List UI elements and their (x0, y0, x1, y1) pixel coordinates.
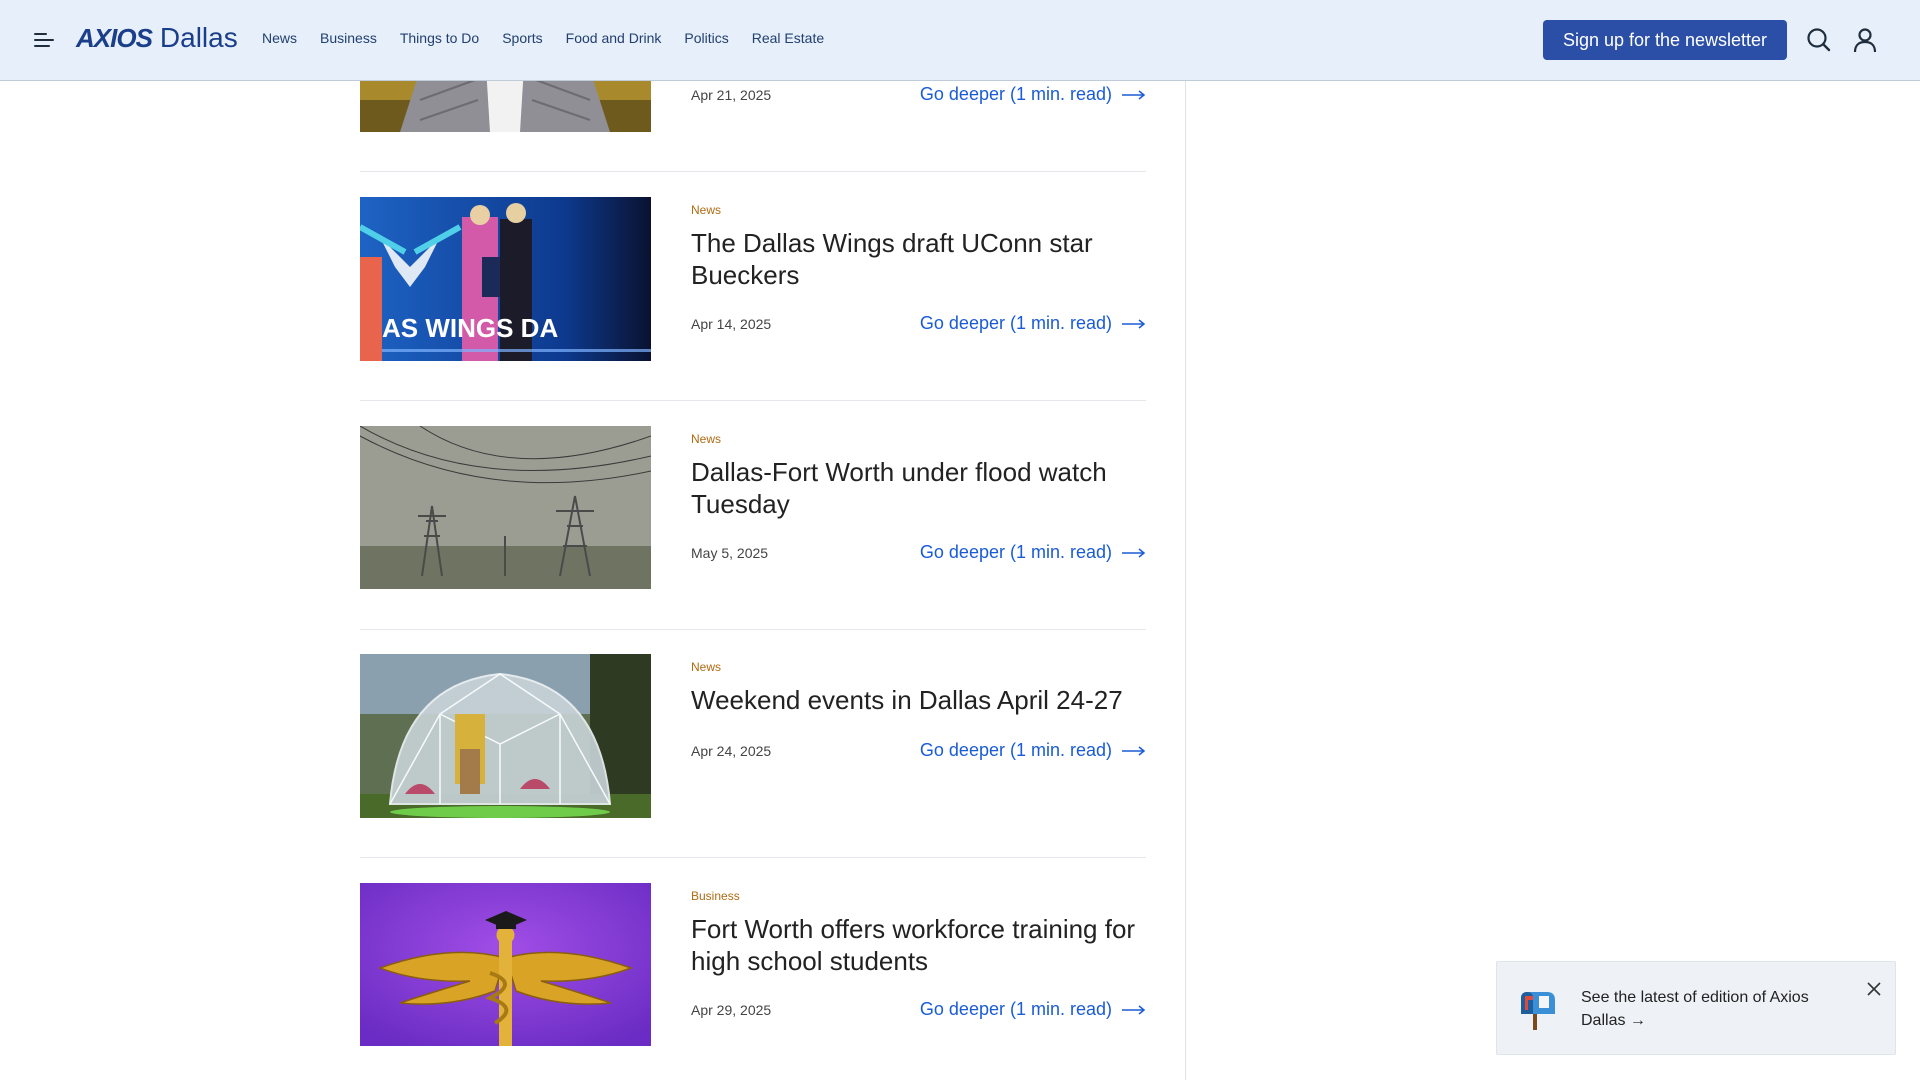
article-date: May 5, 2025 (691, 544, 769, 561)
go-deeper-label: Go deeper (1 min. read) (919, 542, 1112, 562)
nav-item-real-estate[interactable]: Real Estate (752, 30, 824, 46)
close-icon[interactable] (1864, 979, 1884, 999)
site-logo[interactable]: AXIOS Dallas (76, 22, 238, 58)
logo-city: Dallas (159, 22, 238, 53)
article-divider (360, 171, 1146, 172)
go-deeper-link[interactable]: Go deeper (1 min. read) (920, 313, 1146, 334)
arrow-right-icon (1122, 318, 1146, 329)
article-divider (360, 857, 1146, 858)
article-image[interactable]: AS WINGS DA (360, 197, 651, 361)
toast-message-link[interactable]: See the latest of edition of Axios Dalla… (1581, 986, 1831, 1032)
nav-item-sports[interactable]: Sports (502, 30, 542, 46)
go-deeper-link[interactable]: Go deeper (1 min. read) (920, 999, 1146, 1020)
article-image[interactable] (360, 426, 651, 589)
arrow-right-icon (1122, 1004, 1146, 1015)
image-caption-text: AS WINGS DA (382, 313, 558, 343)
article-divider (360, 629, 1146, 630)
main-nav: News Business Things to Do Sports Food a… (262, 30, 847, 46)
article-date: Apr 29, 2025 (691, 1001, 772, 1018)
article-date-row: Apr 21, 2025 Go deeper (1 min. read) (691, 84, 1146, 105)
hamburger-menu-icon[interactable] (34, 31, 54, 49)
arrow-right-icon (1122, 745, 1146, 756)
article-headline[interactable]: Fort Worth offers workforce training for… (691, 913, 1146, 977)
site-header: AXIOS Dallas News Business Things to Do … (0, 0, 1920, 81)
go-deeper-label: Go deeper (1 min. read) (919, 84, 1112, 104)
article-date: Apr 14, 2025 (691, 315, 772, 332)
article-headline[interactable]: Weekend events in Dallas April 24-27 (691, 684, 1146, 716)
nav-item-politics[interactable]: Politics (684, 30, 728, 46)
go-deeper-label: Go deeper (1 min. read) (919, 313, 1112, 333)
mailbox-icon (1517, 990, 1559, 1030)
nav-item-business[interactable]: Business (320, 30, 377, 46)
article-headline[interactable]: Dallas-Fort Worth under flood watch Tues… (691, 456, 1146, 520)
article-divider (360, 400, 1146, 401)
article-image[interactable] (360, 883, 651, 1046)
go-deeper-link[interactable]: Go deeper (1 min. read) (920, 740, 1146, 761)
column-divider (1185, 81, 1186, 1080)
article-category[interactable]: Business (691, 889, 1146, 903)
logo-brand: AXIOS (76, 23, 153, 53)
go-deeper-link[interactable]: Go deeper (1 min. read) (920, 542, 1146, 563)
nav-item-food-and-drink[interactable]: Food and Drink (566, 30, 662, 46)
article-category[interactable]: News (691, 203, 1146, 217)
article-headline[interactable]: The Dallas Wings draft UConn star Buecke… (691, 227, 1146, 291)
article-date-row: Apr 24, 2025 Go deeper (1 min. read) (691, 740, 1146, 761)
article-date-row: May 5, 2025 Go deeper (1 min. read) (691, 542, 1146, 563)
article-date: Apr 21, 2025 (691, 86, 772, 103)
go-deeper-label: Go deeper (1 min. read) (919, 740, 1112, 760)
go-deeper-label: Go deeper (1 min. read) (919, 999, 1112, 1019)
nav-item-news[interactable]: News (262, 30, 297, 46)
nav-item-things-to-do[interactable]: Things to Do (400, 30, 479, 46)
newsletter-signup-button[interactable]: Sign up for the newsletter (1543, 20, 1787, 60)
article-meta: News Dallas-Fort Worth under flood watch… (691, 432, 1146, 520)
arrow-right-icon (1122, 89, 1146, 100)
go-deeper-link[interactable]: Go deeper (1 min. read) (920, 84, 1146, 105)
article-category[interactable]: News (691, 432, 1146, 446)
article-meta: News Weekend events in Dallas April 24-2… (691, 660, 1146, 716)
search-icon[interactable] (1805, 26, 1833, 54)
article-date: Apr 24, 2025 (691, 742, 772, 759)
arrow-right-icon (1122, 547, 1146, 558)
article-date-row: Apr 29, 2025 Go deeper (1 min. read) (691, 999, 1146, 1020)
article-image[interactable] (360, 654, 651, 818)
user-icon[interactable] (1851, 26, 1879, 54)
article-meta: News The Dallas Wings draft UConn star B… (691, 203, 1146, 291)
newsletter-toast: See the latest of edition of Axios Dalla… (1496, 961, 1896, 1055)
article-category[interactable]: News (691, 660, 1146, 674)
article-date-row: Apr 14, 2025 Go deeper (1 min. read) (691, 313, 1146, 334)
article-meta: Business Fort Worth offers workforce tra… (691, 889, 1146, 977)
